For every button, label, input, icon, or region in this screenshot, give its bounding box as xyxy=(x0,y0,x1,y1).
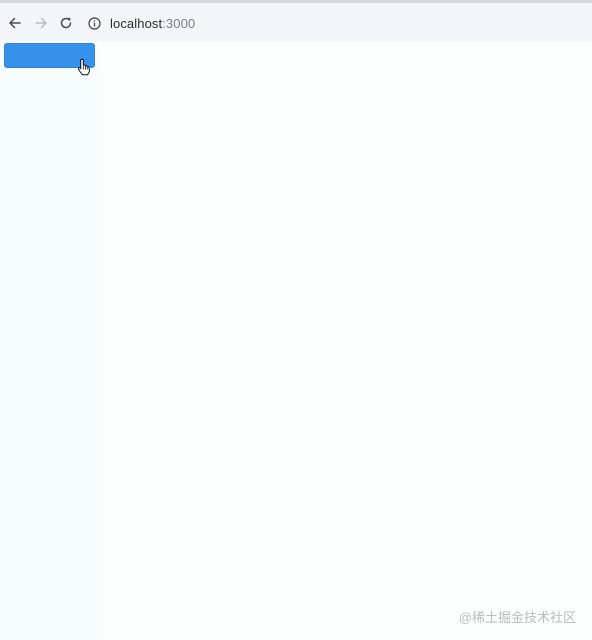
primary-button[interactable] xyxy=(4,43,95,68)
watermark: @稀土掘金技术社区 xyxy=(458,610,576,625)
url-host: localhost xyxy=(110,15,163,31)
arrow-left-icon xyxy=(9,17,21,29)
arrow-right-icon xyxy=(35,17,47,29)
reload-icon xyxy=(60,17,72,29)
reload-button[interactable] xyxy=(55,12,77,34)
info-circle-icon[interactable] xyxy=(86,15,102,31)
forward-button[interactable] xyxy=(30,12,52,34)
left-panel xyxy=(0,41,97,640)
url-text: localhost:3000 xyxy=(110,16,195,31)
back-button[interactable] xyxy=(4,12,26,34)
url-port: :3000 xyxy=(162,15,196,31)
address-bar[interactable]: localhost:3000 xyxy=(86,11,586,35)
browser-toolbar: localhost:3000 xyxy=(0,0,592,41)
browser-window: localhost:3000 @稀土掘金技术社区 xyxy=(0,0,592,640)
